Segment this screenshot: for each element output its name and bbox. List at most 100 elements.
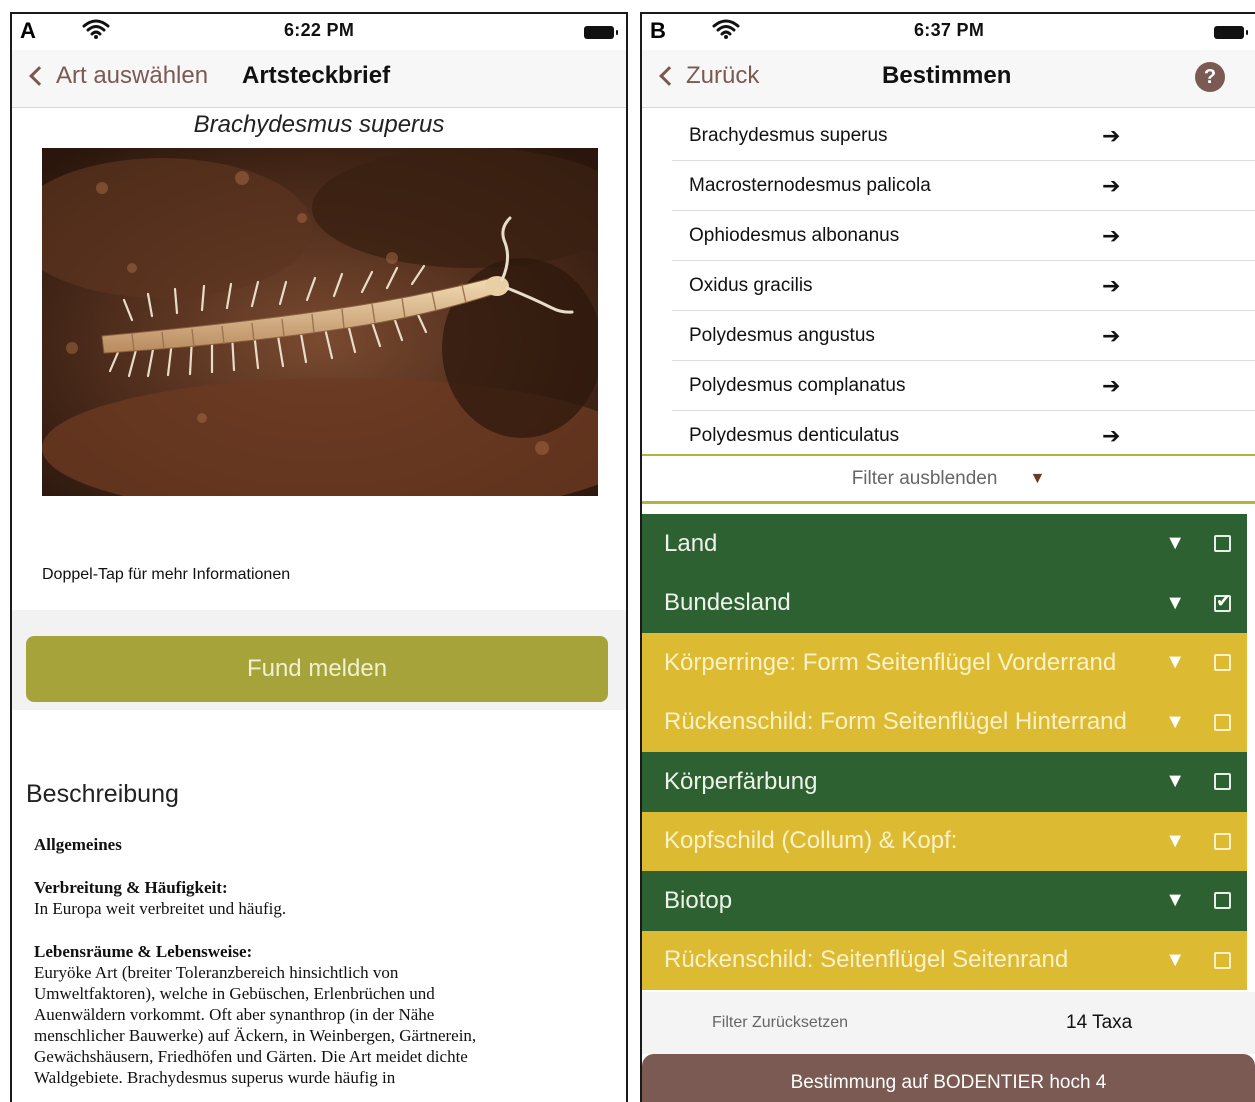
taxon-row[interactable]: Polydesmus angustus ➔: [672, 311, 1255, 361]
checkbox[interactable]: [1214, 892, 1231, 910]
filter-row-rueckenschild-seitenrand[interactable]: Rückenschild: Seitenflügel Seitenrand ▼: [642, 930, 1247, 990]
taxon-row[interactable]: Polydesmus complanatus ➔: [672, 361, 1255, 411]
checkbox[interactable]: [1214, 951, 1231, 969]
taxa-count: 14 Taxa: [1066, 1012, 1133, 1033]
habitat-line: menschlicher Bauwerke) auf Äckern, in We…: [34, 1026, 477, 1045]
distribution-text: In Europa weit verbreitet und häufig.: [34, 899, 287, 918]
back-button-label: Art auswählen: [56, 62, 209, 89]
distribution-heading: Verbreitung & Häufigkeit:: [34, 878, 228, 897]
general-heading: Allgemeines: [34, 835, 122, 854]
triangle-down-icon: ▼: [1029, 469, 1046, 487]
battery-icon: [1214, 26, 1248, 39]
report-finding-button[interactable]: Fund melden: [26, 636, 608, 702]
filter-row-koerperringe[interactable]: Körperringe: Form Seitenflügel Vorderran…: [642, 633, 1247, 693]
panel-a-species-profile: 6:22 PM A Art auswählen Artsteckbrief Br…: [10, 12, 628, 1102]
status-time: 6:37 PM: [914, 20, 985, 40]
filter-row-land[interactable]: Land ▼: [642, 514, 1247, 574]
species-name: Brachydesmus superus: [193, 111, 445, 138]
taxon-row[interactable]: Brachydesmus superus ➔: [672, 111, 1255, 161]
hide-filters-label: Filter ausblenden: [851, 467, 998, 489]
species-photo[interactable]: [42, 148, 598, 496]
triangle-down-icon[interactable]: ▼: [1165, 830, 1185, 853]
panel-b-identification: 6:37 PM B Zurück Bestimmen ? Brachydesmu…: [640, 12, 1255, 1102]
filter-label: Rückenschild: Seitenflügel Seitenrand: [664, 946, 1069, 974]
triangle-down-icon[interactable]: ▼: [1165, 889, 1185, 912]
filter-row-kopfschild[interactable]: Kopfschild (Collum) & Kopf: ▼: [642, 811, 1247, 871]
checkbox[interactable]: [1214, 654, 1231, 672]
filter-label: Bundesland: [664, 589, 791, 617]
taxon-row[interactable]: Ophiodesmus albonanus ➔: [672, 211, 1255, 261]
wifi-icon: [712, 19, 740, 39]
status-bar: 6:37 PM: [642, 14, 1255, 50]
arrow-right-icon: ➔: [1102, 172, 1121, 198]
hide-filters-toggle[interactable]: Filter ausblenden ▼: [642, 454, 1255, 504]
checkbox[interactable]: [1214, 832, 1231, 850]
filter-label: Rückenschild: Form Seitenflügel Hinterra…: [664, 708, 1127, 736]
battery-icon: [584, 26, 618, 39]
taxon-name: Ophiodesmus albonanus: [689, 224, 900, 246]
arrow-right-icon: ➔: [1102, 222, 1121, 248]
taxon-name: Macrosternodesmus palicola: [689, 174, 931, 196]
taxon-row[interactable]: Macrosternodesmus palicola ➔: [672, 161, 1255, 211]
status-bar: 6:22 PM: [12, 14, 626, 50]
filter-label: Kopfschild (Collum) & Kopf:: [664, 827, 958, 855]
filter-summary-bar: Filter Zurücksetzen 14 Taxa: [642, 992, 1255, 1054]
habitat-heading: Lebensräume & Lebensweise:: [34, 942, 253, 961]
millipede-photo-illustration: [42, 148, 598, 496]
status-time: 6:22 PM: [284, 20, 355, 40]
filter-label: Land: [664, 529, 718, 557]
taxon-name: Oxidus gracilis: [689, 274, 813, 296]
filter-label: Biotop: [664, 886, 733, 914]
arrow-right-icon: ➔: [1102, 122, 1121, 148]
triangle-down-icon[interactable]: ▼: [1165, 770, 1185, 793]
arrow-right-icon: ➔: [1102, 322, 1121, 348]
wifi-icon: [82, 19, 110, 39]
panel-label: A: [20, 16, 78, 50]
page-title: Bestimmen: [882, 62, 1012, 89]
back-button[interactable]: Zurück: [656, 62, 759, 90]
filter-row-biotop[interactable]: Biotop ▼: [642, 871, 1247, 931]
chevron-left-icon: [29, 66, 49, 86]
taxa-list: Brachydesmus superus ➔ Macrosternodesmus…: [672, 111, 1255, 461]
double-tap-hint: Doppel-Tap für mehr Informationen: [42, 566, 291, 583]
filter-row-rueckenschild-hinterrand[interactable]: Rückenschild: Form Seitenflügel Hinterra…: [642, 692, 1247, 752]
description-heading: Beschreibung: [26, 780, 179, 808]
triangle-down-icon[interactable]: ▼: [1165, 949, 1185, 972]
triangle-down-icon[interactable]: ▼: [1165, 651, 1185, 674]
arrow-right-icon: ➔: [1102, 372, 1121, 398]
submit-identification-button[interactable]: Bestimmung auf BODENTIER hoch 4: [642, 1054, 1255, 1102]
navigation-bar: Art auswählen Artsteckbrief: [12, 50, 626, 108]
checkbox[interactable]: [1214, 773, 1231, 791]
filter-label: Körperfärbung: [664, 767, 818, 795]
filter-row-bundesland[interactable]: Bundesland ▼: [642, 573, 1247, 633]
checkbox[interactable]: [1214, 535, 1231, 553]
habitat-line: Auenwäldern vorkommt. Oft aber synanthro…: [34, 1005, 435, 1024]
habitat-line: Waldgebiete. Brachydesmus superus wurde …: [34, 1068, 396, 1087]
checkbox-checked[interactable]: [1214, 591, 1231, 612]
panel-label: B: [650, 16, 708, 50]
description-document: Allgemeines Verbreitung & Häufigkeit: In…: [34, 834, 606, 1088]
taxon-name: Polydesmus denticulatus: [689, 425, 900, 446]
taxon-name: Polydesmus complanatus: [689, 374, 906, 396]
back-button[interactable]: Art auswählen: [26, 62, 208, 90]
filter-label: Körperringe: Form Seitenflügel Vorderran…: [664, 648, 1117, 676]
taxon-name: Brachydesmus superus: [689, 124, 888, 146]
arrow-right-icon: ➔: [1102, 272, 1121, 298]
chevron-left-icon: [659, 66, 679, 86]
help-icon[interactable]: ?: [1195, 62, 1225, 92]
triangle-down-icon[interactable]: ▼: [1165, 711, 1185, 734]
filter-row-koerperfaerbung[interactable]: Körperfärbung ▼: [642, 752, 1247, 812]
triangle-down-icon[interactable]: ▼: [1165, 532, 1185, 555]
habitat-line: Euryöke Art (breiter Toleranzbereich hin…: [34, 963, 399, 982]
filter-list: Land ▼ Bundesland ▼ Körperringe: Form Se…: [642, 514, 1247, 990]
taxon-name: Polydesmus angustus: [689, 324, 875, 346]
taxon-row[interactable]: Oxidus gracilis ➔: [672, 261, 1255, 311]
arrow-right-icon: ➔: [1102, 423, 1121, 448]
habitat-line: Umweltfaktoren), welche in Gebüschen, Er…: [34, 984, 435, 1003]
back-button-label: Zurück: [686, 62, 760, 89]
navigation-bar: Zurück Bestimmen ?: [642, 50, 1255, 108]
habitat-line: Gewächshäusern, Friedhöfen und Gärten. D…: [34, 1047, 468, 1066]
triangle-down-icon[interactable]: ▼: [1165, 592, 1185, 615]
checkbox[interactable]: [1214, 713, 1231, 731]
reset-filters-button[interactable]: Filter Zurücksetzen: [712, 1014, 848, 1032]
